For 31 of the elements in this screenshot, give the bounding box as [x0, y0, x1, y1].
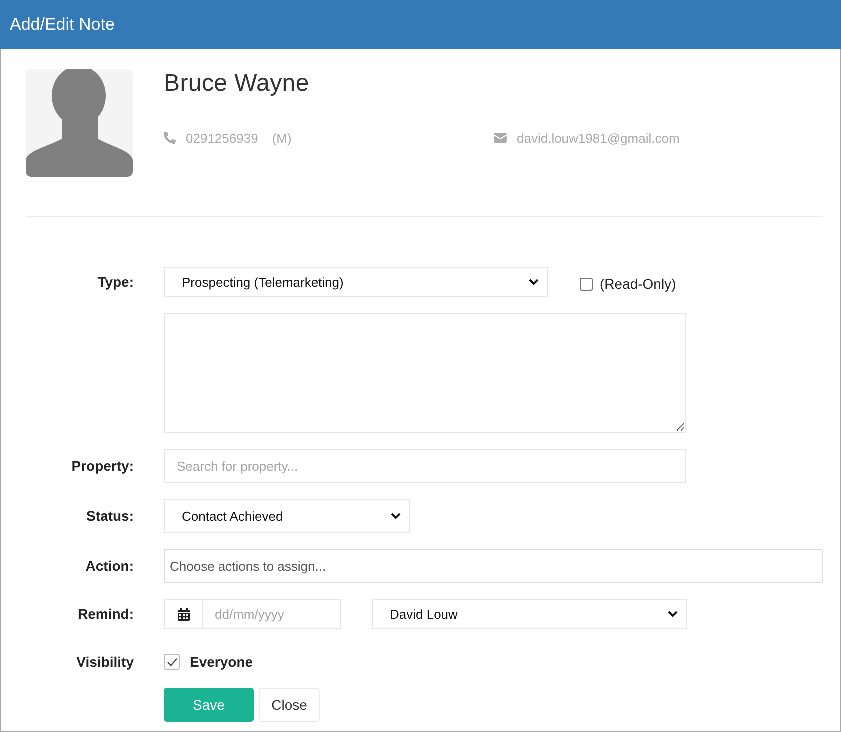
avatar-silhouette-icon — [26, 69, 133, 177]
field-label: Status: — [86, 508, 134, 524]
read-only-checkbox[interactable] — [580, 278, 593, 290]
chevron-down-icon — [391, 512, 401, 520]
action-field[interactable]: Choose actions to assign... — [164, 549, 823, 583]
email-address: david.louw1981@gmail.com — [517, 130, 680, 146]
property-search-field[interactable]: Search for property... — [164, 449, 686, 483]
field-label: Type: — [96, 274, 134, 290]
phone-icon — [164, 132, 176, 144]
status-select[interactable]: Contact Achieved — [164, 499, 410, 533]
chevron-down-icon — [668, 610, 678, 618]
field-label: Visibility — [76, 654, 134, 670]
envelope-icon — [494, 133, 507, 143]
calendar-button[interactable] — [164, 599, 203, 629]
assignee-select[interactable]: David Louw — [372, 599, 687, 629]
date-field[interactable]: dd/mm/yyyy — [203, 599, 341, 629]
dialog-title: Add/Edit Note — [10, 14, 115, 34]
everyone-label: Everyone — [190, 654, 254, 670]
type-select[interactable]: Prospecting (Telemarketing) — [164, 267, 548, 297]
field-label: Property: — [70, 458, 134, 474]
checkbox-label: (Read-Only) — [600, 276, 676, 292]
close-button[interactable]: Close — [259, 688, 320, 722]
checkmark-icon — [166, 658, 178, 666]
phone-number: 0291256939 — [186, 130, 258, 146]
field-label: Action: — [84, 558, 134, 574]
field-label: Remind: — [77, 606, 134, 622]
visibility-checkbox[interactable] — [164, 654, 180, 670]
chevron-down-icon — [529, 278, 539, 286]
calendar-icon — [178, 608, 190, 620]
contact-name: Bruce Wayne — [164, 70, 310, 98]
phone-type: (M) — [272, 130, 292, 146]
